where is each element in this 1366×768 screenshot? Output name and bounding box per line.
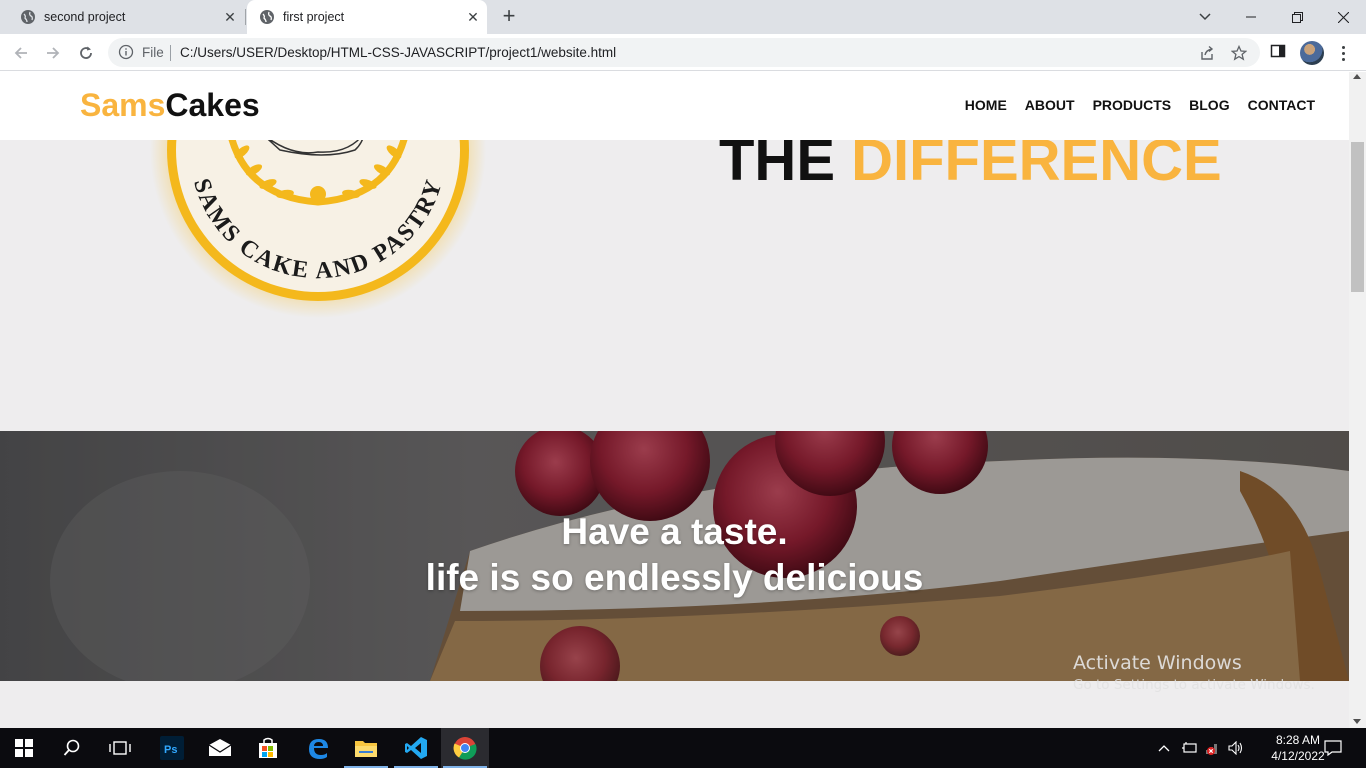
clock-time: 8:28 AM	[1275, 733, 1321, 747]
more-menu-icon[interactable]	[1334, 42, 1352, 64]
activate-windows-title: Activate Windows	[1073, 652, 1242, 674]
volume-icon[interactable]	[1227, 728, 1245, 768]
banner-line-1: Have a taste.	[561, 511, 788, 552]
start-icon[interactable]	[0, 728, 48, 768]
tab-title: second project	[44, 10, 126, 24]
nav-contact[interactable]: CONTACT	[1248, 97, 1315, 113]
page-scrollbar[interactable]	[1349, 72, 1366, 728]
nav-blog[interactable]: BLOG	[1189, 97, 1229, 113]
main-nav: HOME ABOUT PRODUCTS BLOG CONTACT	[965, 97, 1315, 113]
tab-search-chevron-icon[interactable]	[1193, 5, 1217, 29]
address-divider	[170, 45, 171, 61]
chrome-icon[interactable]	[441, 728, 489, 768]
store-icon[interactable]	[244, 728, 292, 768]
notifications-icon[interactable]	[1322, 728, 1344, 768]
profile-avatar[interactable]	[1300, 41, 1324, 65]
network-disconnected-icon[interactable]	[1204, 728, 1222, 768]
nav-products[interactable]: PRODUCTS	[1093, 97, 1172, 113]
battery-power-icon[interactable]	[1180, 728, 1198, 768]
close-tab-icon[interactable]: ✕	[222, 9, 238, 25]
mail-icon[interactable]	[196, 728, 244, 768]
scroll-down-arrow-icon[interactable]	[1353, 719, 1361, 724]
photoshop-icon[interactable]: Ps	[148, 728, 196, 768]
tab-second-project[interactable]: second project ✕	[8, 0, 244, 34]
search-icon[interactable]	[48, 728, 96, 768]
task-view-icon[interactable]	[96, 728, 144, 768]
nav-home[interactable]: HOME	[965, 97, 1007, 113]
forward-button[interactable]	[40, 40, 66, 66]
back-button[interactable]	[8, 40, 34, 66]
scroll-up-arrow-icon[interactable]	[1353, 74, 1361, 79]
nav-about[interactable]: ABOUT	[1025, 97, 1075, 113]
file-explorer-icon[interactable]	[342, 728, 390, 768]
tab-divider	[245, 9, 246, 25]
show-hidden-icons-chevron-icon[interactable]	[1156, 728, 1172, 768]
cake-photo	[0, 431, 1349, 681]
scroll-thumb[interactable]	[1351, 142, 1364, 292]
address-bar[interactable]: File C:/Users/USER/Desktop/HTML-CSS-JAVA…	[108, 38, 1260, 67]
minimize-button[interactable]	[1228, 0, 1274, 34]
globe-icon	[20, 9, 36, 25]
close-window-button[interactable]	[1320, 0, 1366, 34]
restore-button[interactable]	[1274, 0, 1320, 34]
tab-strip: second project ✕ first project ✕ +	[0, 0, 1366, 34]
svg-text:Ps: Ps	[164, 744, 177, 756]
site-brand-logo[interactable]: SamsCakes	[80, 87, 260, 124]
windows-taskbar: Ps 8:28 AM 4/12/2022	[0, 728, 1366, 768]
brand-part2: Cakes	[165, 87, 260, 123]
close-tab-icon[interactable]: ✕	[465, 9, 481, 25]
vscode-icon[interactable]	[392, 728, 440, 768]
site-header: SamsCakes HOME ABOUT PRODUCTS BLOG CONTA…	[0, 72, 1349, 140]
bookmark-star-icon[interactable]	[1230, 44, 1248, 62]
browser-toolbar: File C:/Users/USER/Desktop/HTML-CSS-JAVA…	[0, 34, 1366, 71]
side-panel-icon[interactable]	[1270, 43, 1288, 61]
banner-line-2: life is so endlessly delicious	[425, 557, 924, 598]
reload-button[interactable]	[73, 40, 99, 66]
tab-first-project[interactable]: first project ✕	[247, 0, 487, 34]
clock-date: 4/12/2022	[1271, 749, 1325, 763]
url-text[interactable]: C:/Users/USER/Desktop/HTML-CSS-JAVASCRIP…	[180, 45, 616, 60]
info-icon[interactable]	[118, 44, 134, 60]
globe-icon	[259, 9, 275, 25]
scheme-label: File	[142, 45, 164, 60]
activate-windows-subtitle: Go to Settings to activate Windows.	[1073, 677, 1315, 693]
edge-icon[interactable]	[294, 728, 342, 768]
brand-part1: Sams	[80, 87, 166, 123]
system-clock[interactable]: 8:28 AM 4/12/2022	[1270, 732, 1326, 764]
page-viewport: SAMS CAKE AND PASTRY THE DIFFERENCE Sams…	[0, 72, 1349, 728]
new-tab-button[interactable]: +	[497, 5, 521, 29]
share-icon[interactable]	[1198, 44, 1216, 62]
tab-title: first project	[283, 10, 345, 24]
dessert-banner: Have a taste. life is so endlessly delic…	[0, 431, 1349, 681]
